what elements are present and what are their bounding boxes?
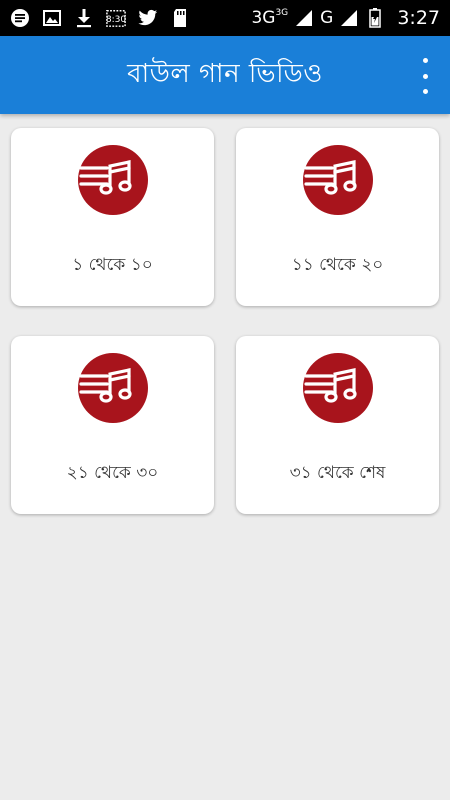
app-bar: বাউল গান ভিডিও [0,36,450,114]
status-bar: 8:30 3G3G G 3:27 [0,0,450,36]
app-title: বাউল গান ভিডিও [127,59,323,89]
category-label: ১ থেকে ১০ [72,255,153,275]
battery-icon [365,8,385,28]
category-card-2[interactable]: ১১ থেকে ২০ [236,128,439,306]
svg-text:8:30: 8:30 [106,15,126,25]
music-note-icon [77,353,148,423]
download-icon [74,8,94,28]
image-icon [42,8,62,28]
music-note-icon [302,145,373,215]
signal-icon [294,8,314,28]
music-note-icon [302,353,373,423]
category-label: ৩১ থেকে শেষ [289,463,386,483]
category-card-3[interactable]: ২১ থেকে ৩০ [11,336,214,514]
overflow-menu-icon[interactable] [418,58,432,94]
category-label: ২১ থেকে ৩০ [66,463,159,483]
music-note-icon [77,145,148,215]
system-indicators: 3G3G G 3:27 [251,7,450,29]
network-type-2: G [320,8,334,28]
category-card-1[interactable]: ১ থেকে ১০ [11,128,214,306]
network-type-1: 3G3G [251,8,289,28]
category-card-4[interactable]: ৩১ থেকে শেষ [236,336,439,514]
twitter-icon [138,8,158,28]
calendar-icon: 8:30 [106,8,126,28]
clock: 3:27 [397,7,440,29]
sd-card-icon [170,8,190,28]
notification-icons: 8:30 [0,8,190,28]
signal-icon-2 [339,8,359,28]
category-label: ১১ থেকে ২০ [291,255,384,275]
message-icon [10,8,30,28]
